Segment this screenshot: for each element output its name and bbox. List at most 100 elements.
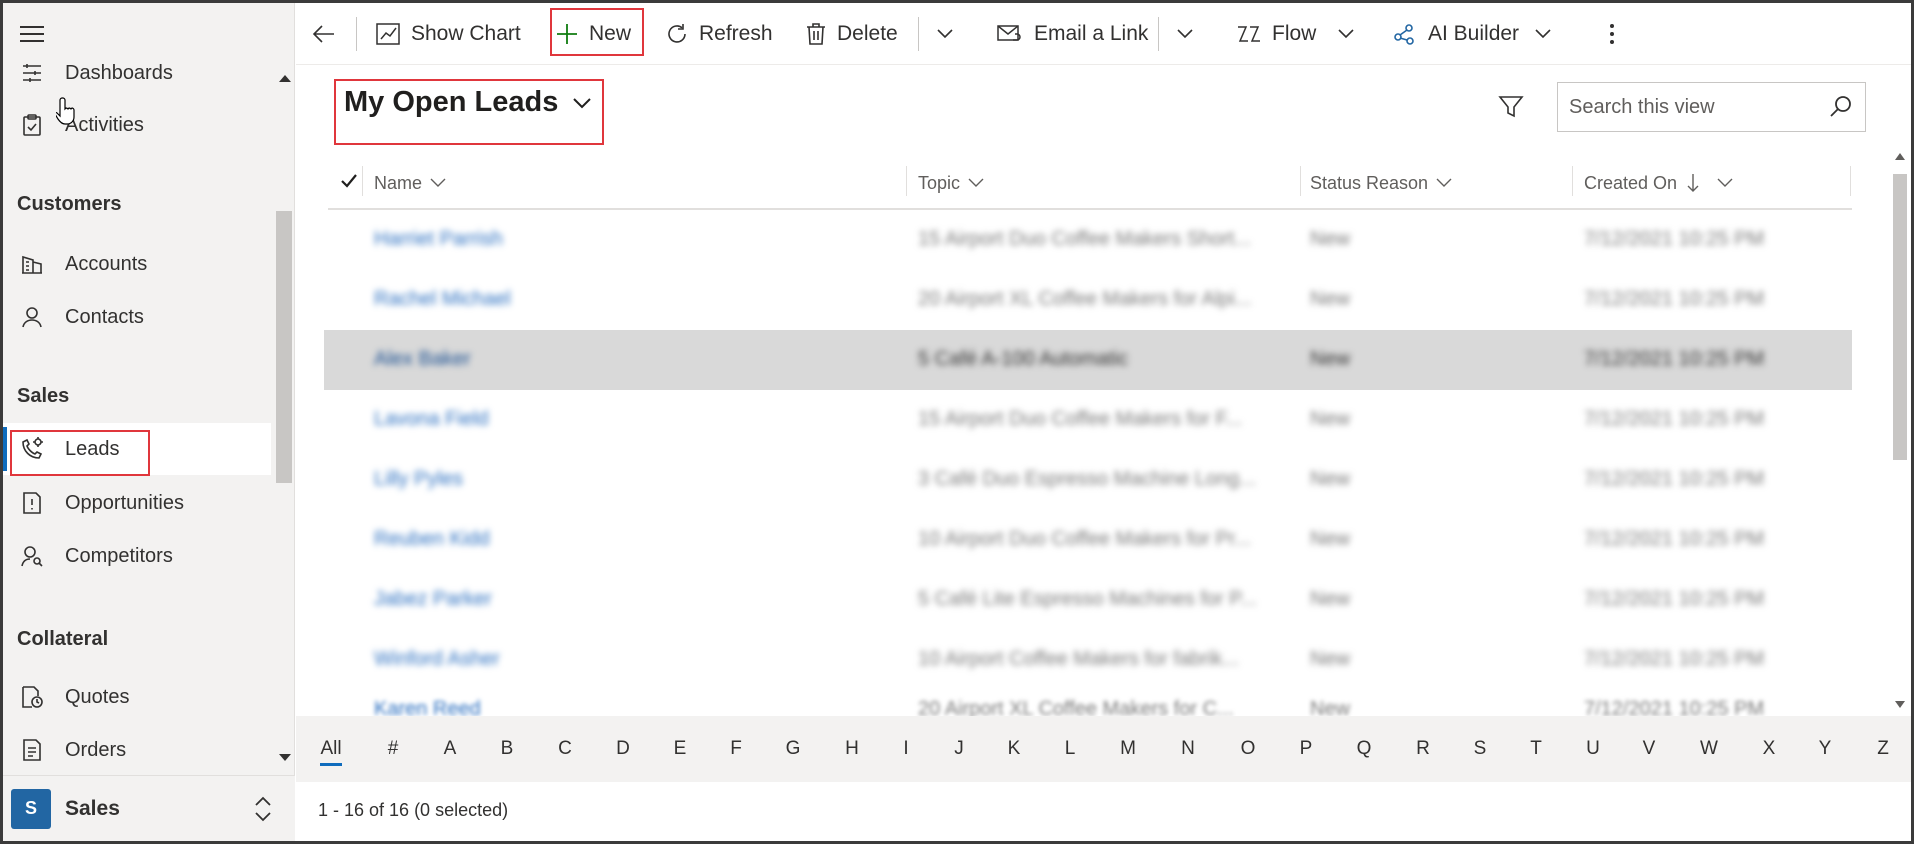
chevron-down-icon [1436, 178, 1452, 187]
grid-scrollbar[interactable] [1890, 148, 1910, 712]
sidebar-scroll-thumb[interactable] [276, 211, 292, 483]
search-icon[interactable] [1829, 95, 1853, 119]
filter-button[interactable] [1498, 94, 1524, 125]
jump-letter[interactable]: T [1521, 738, 1551, 760]
scroll-down-icon[interactable] [1895, 701, 1905, 708]
flow-dropdown-button[interactable] [1337, 3, 1365, 65]
refresh-button[interactable]: Refresh [665, 3, 773, 65]
delete-button[interactable]: Delete [805, 3, 898, 65]
cell-name[interactable]: Winford Asher [374, 648, 500, 671]
table-row[interactable]: Karen Reed 20 Airport XL Coffee Makers f… [324, 694, 1852, 716]
select-all-checkmark-icon[interactable] [340, 173, 358, 189]
cell-name[interactable]: Rachel Michael [374, 288, 511, 311]
jump-letter[interactable]: Z [1868, 738, 1898, 760]
search-input[interactable] [1558, 95, 1818, 119]
cell-name[interactable]: Harriet Parrish [374, 228, 503, 251]
chevron-down-icon [937, 29, 953, 39]
view-title: My Open Leads [344, 86, 559, 118]
jump-letter[interactable]: D [608, 738, 638, 760]
jump-letter[interactable]: E [665, 738, 695, 760]
table-row[interactable]: Lilly Pyles 3 Café Duo Espresso Machine … [324, 450, 1852, 510]
jump-letter[interactable]: U [1578, 738, 1608, 760]
ai-builder-dropdown-button[interactable] [1534, 3, 1562, 65]
sidebar-item-quotes[interactable]: Quotes [3, 671, 271, 723]
sidebar-item-contacts[interactable]: Contacts [3, 291, 271, 343]
more-delete-options-button[interactable] [936, 3, 964, 65]
cell-topic: 20 Airport XL Coffee Makers for C... [918, 698, 1234, 716]
jump-letter[interactable]: F [721, 738, 751, 760]
jump-letter[interactable]: H [837, 738, 867, 760]
jump-letter[interactable]: K [999, 738, 1029, 760]
sidebar-item-leads[interactable]: Leads [3, 423, 271, 475]
jump-letter[interactable]: G [778, 738, 808, 760]
cell-name[interactable]: Jabez Parker [374, 588, 492, 611]
scroll-up-icon[interactable] [1895, 153, 1905, 160]
table-row-selected[interactable]: Alex Baker 5 Café A-100 Automatic New 7/… [324, 330, 1852, 390]
cell-name[interactable]: Alex Baker [374, 348, 471, 371]
jump-letter[interactable]: W [1694, 738, 1724, 760]
command-bar: Show Chart New Refresh Delete Email a Li… [296, 3, 1911, 65]
sidebar-item-orders[interactable]: Orders [3, 724, 271, 776]
jump-letter[interactable]: L [1055, 738, 1085, 760]
sidebar-item-opportunities[interactable]: Opportunities [3, 477, 271, 529]
sitemap-sidebar: Dashboards Activities Customers Accounts… [3, 3, 295, 841]
jump-letter[interactable]: B [492, 738, 522, 760]
jump-letter[interactable]: O [1233, 738, 1263, 760]
table-row[interactable]: Lavona Field 15 Airport Duo Coffee Maker… [324, 390, 1852, 450]
area-switcher[interactable]: S Sales [3, 775, 295, 841]
cell-name[interactable]: Lilly Pyles [374, 468, 463, 491]
ai-builder-button[interactable]: AI Builder [1392, 3, 1519, 65]
table-row[interactable]: Jabez Parker 5 Café Lite Espresso Machin… [324, 570, 1852, 630]
scroll-up-icon[interactable] [279, 75, 291, 82]
table-row[interactable]: Rachel Michael 20 Airport XL Coffee Make… [324, 270, 1852, 330]
jump-letter[interactable]: P [1291, 738, 1321, 760]
jump-letter[interactable]: Y [1810, 738, 1840, 760]
jump-letter[interactable]: N [1173, 738, 1203, 760]
grid-scroll-thumb[interactable] [1893, 174, 1907, 460]
cell-name[interactable]: Karen Reed [374, 698, 481, 716]
jump-all[interactable]: All [316, 738, 346, 766]
back-button[interactable] [312, 3, 346, 65]
sidebar-item-dashboards[interactable]: Dashboards [3, 47, 271, 99]
view-selector[interactable]: My Open Leads [344, 86, 592, 119]
jump-letter[interactable]: S [1465, 738, 1495, 760]
jump-letter[interactable]: V [1634, 738, 1664, 760]
cell-name[interactable]: Reuben Kidd [374, 528, 490, 551]
sidebar-scrollbar[interactable] [274, 61, 294, 771]
chevron-up-down-icon [255, 796, 271, 822]
column-header-status-reason[interactable]: Status Reason [1310, 158, 1452, 208]
jump-letter[interactable]: R [1408, 738, 1438, 760]
scroll-down-icon[interactable] [279, 754, 291, 761]
chevron-down-icon [968, 178, 984, 187]
column-header-name[interactable]: Name [374, 158, 446, 208]
jump-letter[interactable]: X [1754, 738, 1784, 760]
jump-letter[interactable]: Q [1349, 738, 1379, 760]
show-chart-button[interactable]: Show Chart [375, 3, 521, 65]
jump-letter[interactable]: M [1113, 738, 1143, 760]
email-link-button[interactable]: Email a Link [996, 3, 1148, 65]
more-commands-button[interactable] [1608, 3, 1626, 65]
table-row[interactable]: Winford Asher 10 Airport Coffee Makers f… [324, 630, 1852, 690]
sidebar-item-accounts[interactable]: Accounts [3, 238, 271, 290]
column-header-created-on[interactable]: Created On [1584, 158, 1733, 208]
flow-button[interactable]: Flow [1236, 3, 1316, 65]
jump-letter[interactable]: C [550, 738, 580, 760]
phone-gear-icon [19, 436, 45, 462]
hamburger-menu-icon[interactable] [17, 21, 47, 47]
more-email-options-button[interactable] [1176, 3, 1204, 65]
jump-letter[interactable]: J [944, 738, 974, 760]
jump-letter[interactable]: I [891, 738, 921, 760]
table-row[interactable]: Harriet Parrish 15 Airport Duo Coffee Ma… [324, 210, 1852, 270]
flow-label: Flow [1272, 22, 1317, 45]
cell-name[interactable]: Lavona Field [374, 408, 489, 431]
chevron-down-icon [1338, 29, 1354, 39]
new-button[interactable]: New [555, 3, 631, 65]
table-row[interactable]: Reuben Kidd 10 Airport Duo Coffee Makers… [324, 510, 1852, 570]
jump-letter[interactable]: A [435, 738, 465, 760]
jump-hash[interactable]: # [378, 738, 408, 760]
sidebar-item-competitors[interactable]: Competitors [3, 530, 271, 582]
ai-builder-label: AI Builder [1428, 22, 1520, 45]
sidebar-item-activities[interactable]: Activities [3, 99, 271, 151]
search-view-box[interactable] [1557, 82, 1866, 132]
column-header-topic[interactable]: Topic [918, 158, 984, 208]
